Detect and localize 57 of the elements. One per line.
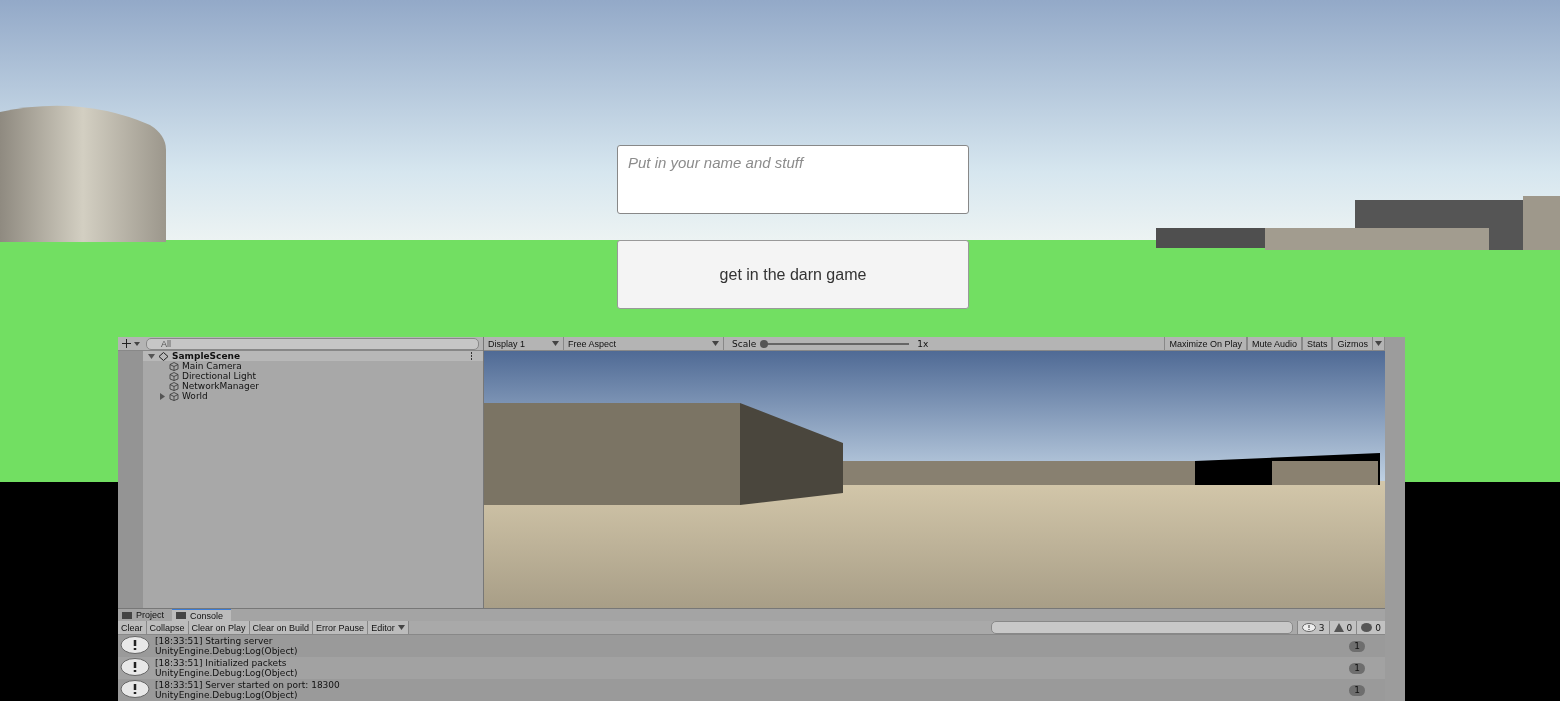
hierarchy-item[interactable]: Main Camera	[182, 361, 242, 371]
log-count-badge: 1	[1349, 662, 1365, 674]
panel-icon	[122, 611, 132, 619]
hierarchy-item[interactable]: Directional Light	[182, 371, 256, 381]
search-field[interactable]: All	[146, 337, 479, 350]
log-count-badge: 1	[1349, 640, 1365, 652]
console-search-field[interactable]	[990, 621, 1293, 634]
caret-icon	[712, 341, 719, 346]
editor-dropdown[interactable]: Editor	[368, 621, 409, 634]
cube-icon	[169, 371, 179, 381]
log-message[interactable]: [18:33:51] Starting server	[155, 636, 1345, 646]
hierarchy-item[interactable]: World	[182, 391, 208, 401]
console-button[interactable]: Collapse	[146, 621, 189, 634]
expand-arrow-icon[interactable]	[159, 392, 166, 400]
toolbar-button[interactable]: Maximize On Play	[1164, 337, 1247, 350]
log-source: UnityEngine.Debug:Log(Object)	[155, 668, 299, 678]
expand-arrow-icon[interactable]	[148, 352, 155, 360]
log-source: UnityEngine.Debug:Log(Object)	[155, 646, 299, 656]
console-button[interactable]: Clear on Play	[188, 621, 250, 634]
log-count-toggle[interactable]: 0	[1328, 621, 1357, 634]
log-message[interactable]: [18:33:51] Server started on port: 18300	[155, 680, 1345, 690]
console-button[interactable]: Clear on Build	[249, 621, 314, 634]
log-count-toggle[interactable]: 3	[1296, 621, 1329, 634]
warning-icon	[1333, 623, 1344, 632]
error-icon	[1361, 623, 1373, 632]
caret-icon	[397, 625, 405, 630]
toolbar-button[interactable]: Stats	[1301, 337, 1333, 350]
caret-icon	[1375, 341, 1382, 346]
panel-tab[interactable]: Console	[172, 609, 232, 621]
join-game-button[interactable]: get in the darn game	[617, 240, 969, 309]
log-count-badge: 1	[1349, 684, 1365, 696]
toolbar-button[interactable]: Gizmos	[1332, 337, 1373, 350]
cube-icon	[169, 361, 179, 371]
scale-label: Scale	[732, 338, 757, 349]
name-input-field[interactable]: Put in your name and stuff	[617, 145, 969, 214]
log-message-icon	[120, 658, 150, 678]
log-message-icon	[120, 636, 150, 656]
scene-name[interactable]: SampleScene	[172, 351, 240, 361]
console-button[interactable]: Error Pause	[313, 621, 369, 634]
panel-tab[interactable]: Project	[118, 609, 172, 621]
log-count-toggle[interactable]: 0	[1356, 621, 1385, 634]
slider-thumb[interactable]	[760, 339, 769, 348]
log-message[interactable]: [18:33:51] Initialized packets	[155, 658, 1345, 668]
scene-icon	[158, 351, 169, 361]
panel-icon	[176, 612, 186, 619]
scale-value: 1x	[917, 338, 929, 349]
console-button[interactable]: Clear	[118, 621, 147, 634]
caret-icon	[552, 341, 559, 346]
log-message-icon	[120, 680, 150, 700]
cube-icon	[169, 391, 179, 401]
info-icon	[1301, 623, 1316, 632]
gizmos-dropdown[interactable]	[1373, 337, 1385, 350]
more-icon[interactable]	[470, 352, 473, 360]
log-source: UnityEngine.Debug:Log(Object)	[155, 690, 299, 700]
toolbar-button[interactable]: Mute Audio	[1246, 337, 1302, 350]
cube-icon	[169, 381, 179, 391]
hierarchy-item[interactable]: NetworkManager	[182, 381, 260, 391]
